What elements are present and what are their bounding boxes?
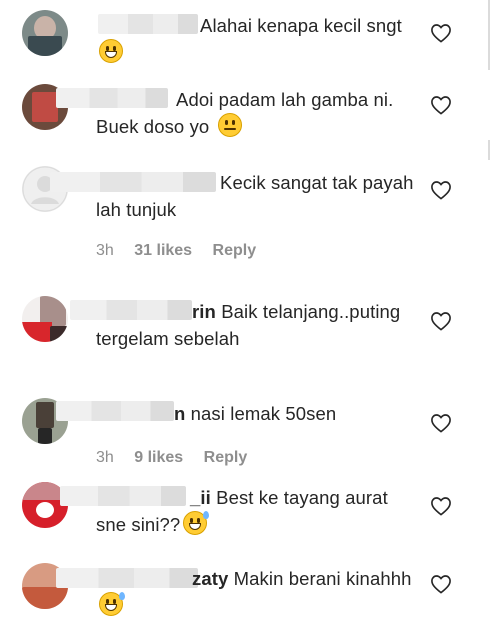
comment-text: _ii Best ke tayang aurat sne sini?? [96,487,388,535]
comment-text: zaty Makin berani kinahhh [96,565,420,619]
reply-button[interactable]: Reply [213,242,257,259]
like-heart-icon[interactable] [430,574,452,594]
avatar[interactable] [22,10,68,56]
likes-count[interactable]: 31 likes [134,242,192,259]
comment-item: Alahai kenapa kecil sngt [0,0,490,80]
like-heart-icon[interactable] [430,413,452,433]
like-heart-icon[interactable] [430,180,452,200]
likes-count[interactable]: 9 likes [134,449,183,466]
username-fragment[interactable]: n [174,403,185,424]
username-fragment[interactable]: _ii [190,487,211,508]
comment-item: Kecik sangat tak payah lah tunjuk 3h 31 … [0,162,490,282]
comment-meta: 3h 9 likes Reply [96,449,263,467]
comment-item: _ii Best ke tayang aurat sne sini?? [0,480,490,560]
reply-button[interactable]: Reply [204,449,248,466]
comment-text: Kecik sangat tak payah lah tunjuk [96,172,414,220]
comment-item: zaty Makin berani kinahhh [0,560,490,635]
like-heart-icon[interactable] [430,311,452,331]
grin-emoji [99,39,123,63]
like-heart-icon[interactable] [430,95,452,115]
username-fragment[interactable]: rin [192,301,216,322]
sweat-smile-emoji [183,511,210,535]
sweat-smile-emoji [99,592,125,616]
comment-text: rin Baik telanjang..puting tergelam sebe… [96,301,401,349]
relieved-emoji [217,113,242,137]
comment-text: Alahai kenapa kecil sngt [96,12,420,66]
username-fragment[interactable]: zaty [192,568,228,589]
comment-item: Adoi padam lah gamba ni. Buek doso yo [0,80,490,160]
timestamp: 3h [96,242,114,259]
comment-meta: 3h 31 likes Reply [96,242,272,260]
timestamp: 3h [96,449,114,466]
comments-page: { "comments": [ {"username_tail": "", "t… [0,0,490,635]
comment-text: Adoi padam lah gamba ni. Buek doso yo [96,89,394,137]
like-heart-icon[interactable] [430,496,452,516]
avatar[interactable] [22,296,68,342]
comment-item: rin Baik telanjang..puting tergelam sebe… [0,290,490,390]
comment-text: n nasi lemak 50sen [174,403,337,424]
comment-item: n nasi lemak 50sen 3h 9 likes Reply [0,395,490,475]
like-heart-icon[interactable] [430,23,452,43]
